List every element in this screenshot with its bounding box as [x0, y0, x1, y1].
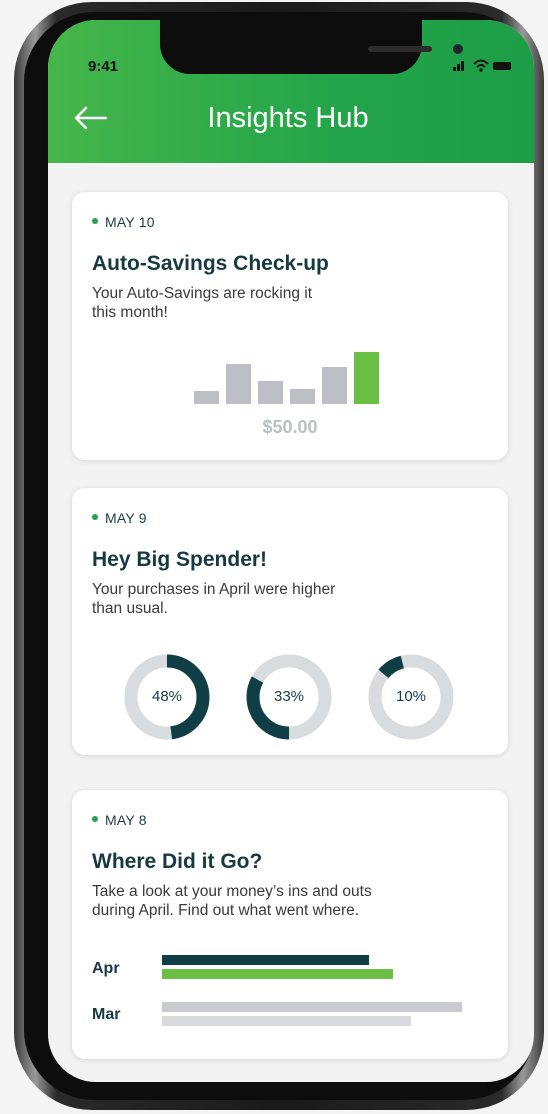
signal-icon [461, 61, 464, 71]
card-description-line2: during April. Find out what went where. [92, 902, 360, 919]
notch [160, 20, 463, 74]
back-button[interactable] [70, 98, 110, 138]
status-icons [453, 58, 513, 74]
donut-label: 10% [395, 688, 427, 705]
battery-icon [493, 62, 511, 70]
savings-amount: $50.00 [262, 417, 318, 437]
savings-bar [322, 367, 347, 404]
card-description-line2: this month! [92, 304, 168, 321]
comparison-bar [162, 1016, 411, 1026]
savings-bar [194, 391, 219, 404]
date-text: MAY 8 [105, 812, 147, 828]
speaker [368, 46, 432, 52]
savings-bar [354, 352, 379, 404]
donut-chart: 10% [366, 652, 456, 742]
donut-label: 48% [151, 688, 183, 705]
comparison-bar [162, 969, 393, 979]
status-time: 9:41 [88, 58, 119, 75]
signal-icon [453, 67, 456, 71]
savings-bar [258, 381, 283, 404]
page-title: Insights Hub [207, 102, 369, 134]
arrow-left-icon [74, 106, 108, 130]
savings-bar-chart [194, 352, 384, 404]
card-title: Where Did it Go? [92, 850, 263, 873]
comparison-bar [162, 1002, 462, 1012]
savings-bar [226, 364, 251, 404]
date-text: MAY 9 [105, 510, 147, 526]
card-description-line1: Take a look at your money’s ins and outs [92, 883, 372, 900]
savings-bar [290, 389, 315, 404]
donut-label: 33% [273, 688, 305, 705]
wifi-icon [473, 59, 489, 72]
card-date: MAY 10 [92, 214, 155, 230]
card-description-line1: Your purchases in April were higher [92, 581, 336, 598]
insight-card-where-did-it-go[interactable]: MAY 8 Where Did it Go? Take a look at yo… [72, 790, 508, 1059]
status-dot [92, 816, 98, 823]
card-description-line2: than usual. [92, 600, 168, 617]
card-date: MAY 8 [92, 812, 147, 828]
donut-chart: 48% [122, 652, 212, 742]
card-title: Hey Big Spender! [92, 548, 268, 571]
donut-chart: 33% [244, 652, 334, 742]
screen: 9:41 Insights Hub MAY 10 Auto-Savings Ch… [48, 20, 534, 1082]
app-header: 9:41 Insights Hub [48, 20, 534, 163]
camera [453, 44, 463, 54]
card-title: Auto-Savings Check-up [92, 252, 329, 275]
insight-card-big-spender[interactable]: MAY 9 Hey Big Spender! Your purchases in… [72, 488, 508, 755]
status-dot [92, 514, 98, 521]
date-text: MAY 10 [105, 214, 155, 230]
card-date: MAY 9 [92, 510, 147, 526]
row-label-mar: Mar [92, 1006, 121, 1023]
card-description-line1: Your Auto-Savings are rocking it [92, 285, 312, 302]
signal-icon [457, 64, 460, 71]
insight-card-auto-savings[interactable]: MAY 10 Auto-Savings Check-up Your Auto-S… [72, 192, 508, 460]
status-dot [92, 218, 98, 225]
row-label-apr: Apr [92, 960, 120, 977]
comparison-bar [162, 955, 369, 965]
